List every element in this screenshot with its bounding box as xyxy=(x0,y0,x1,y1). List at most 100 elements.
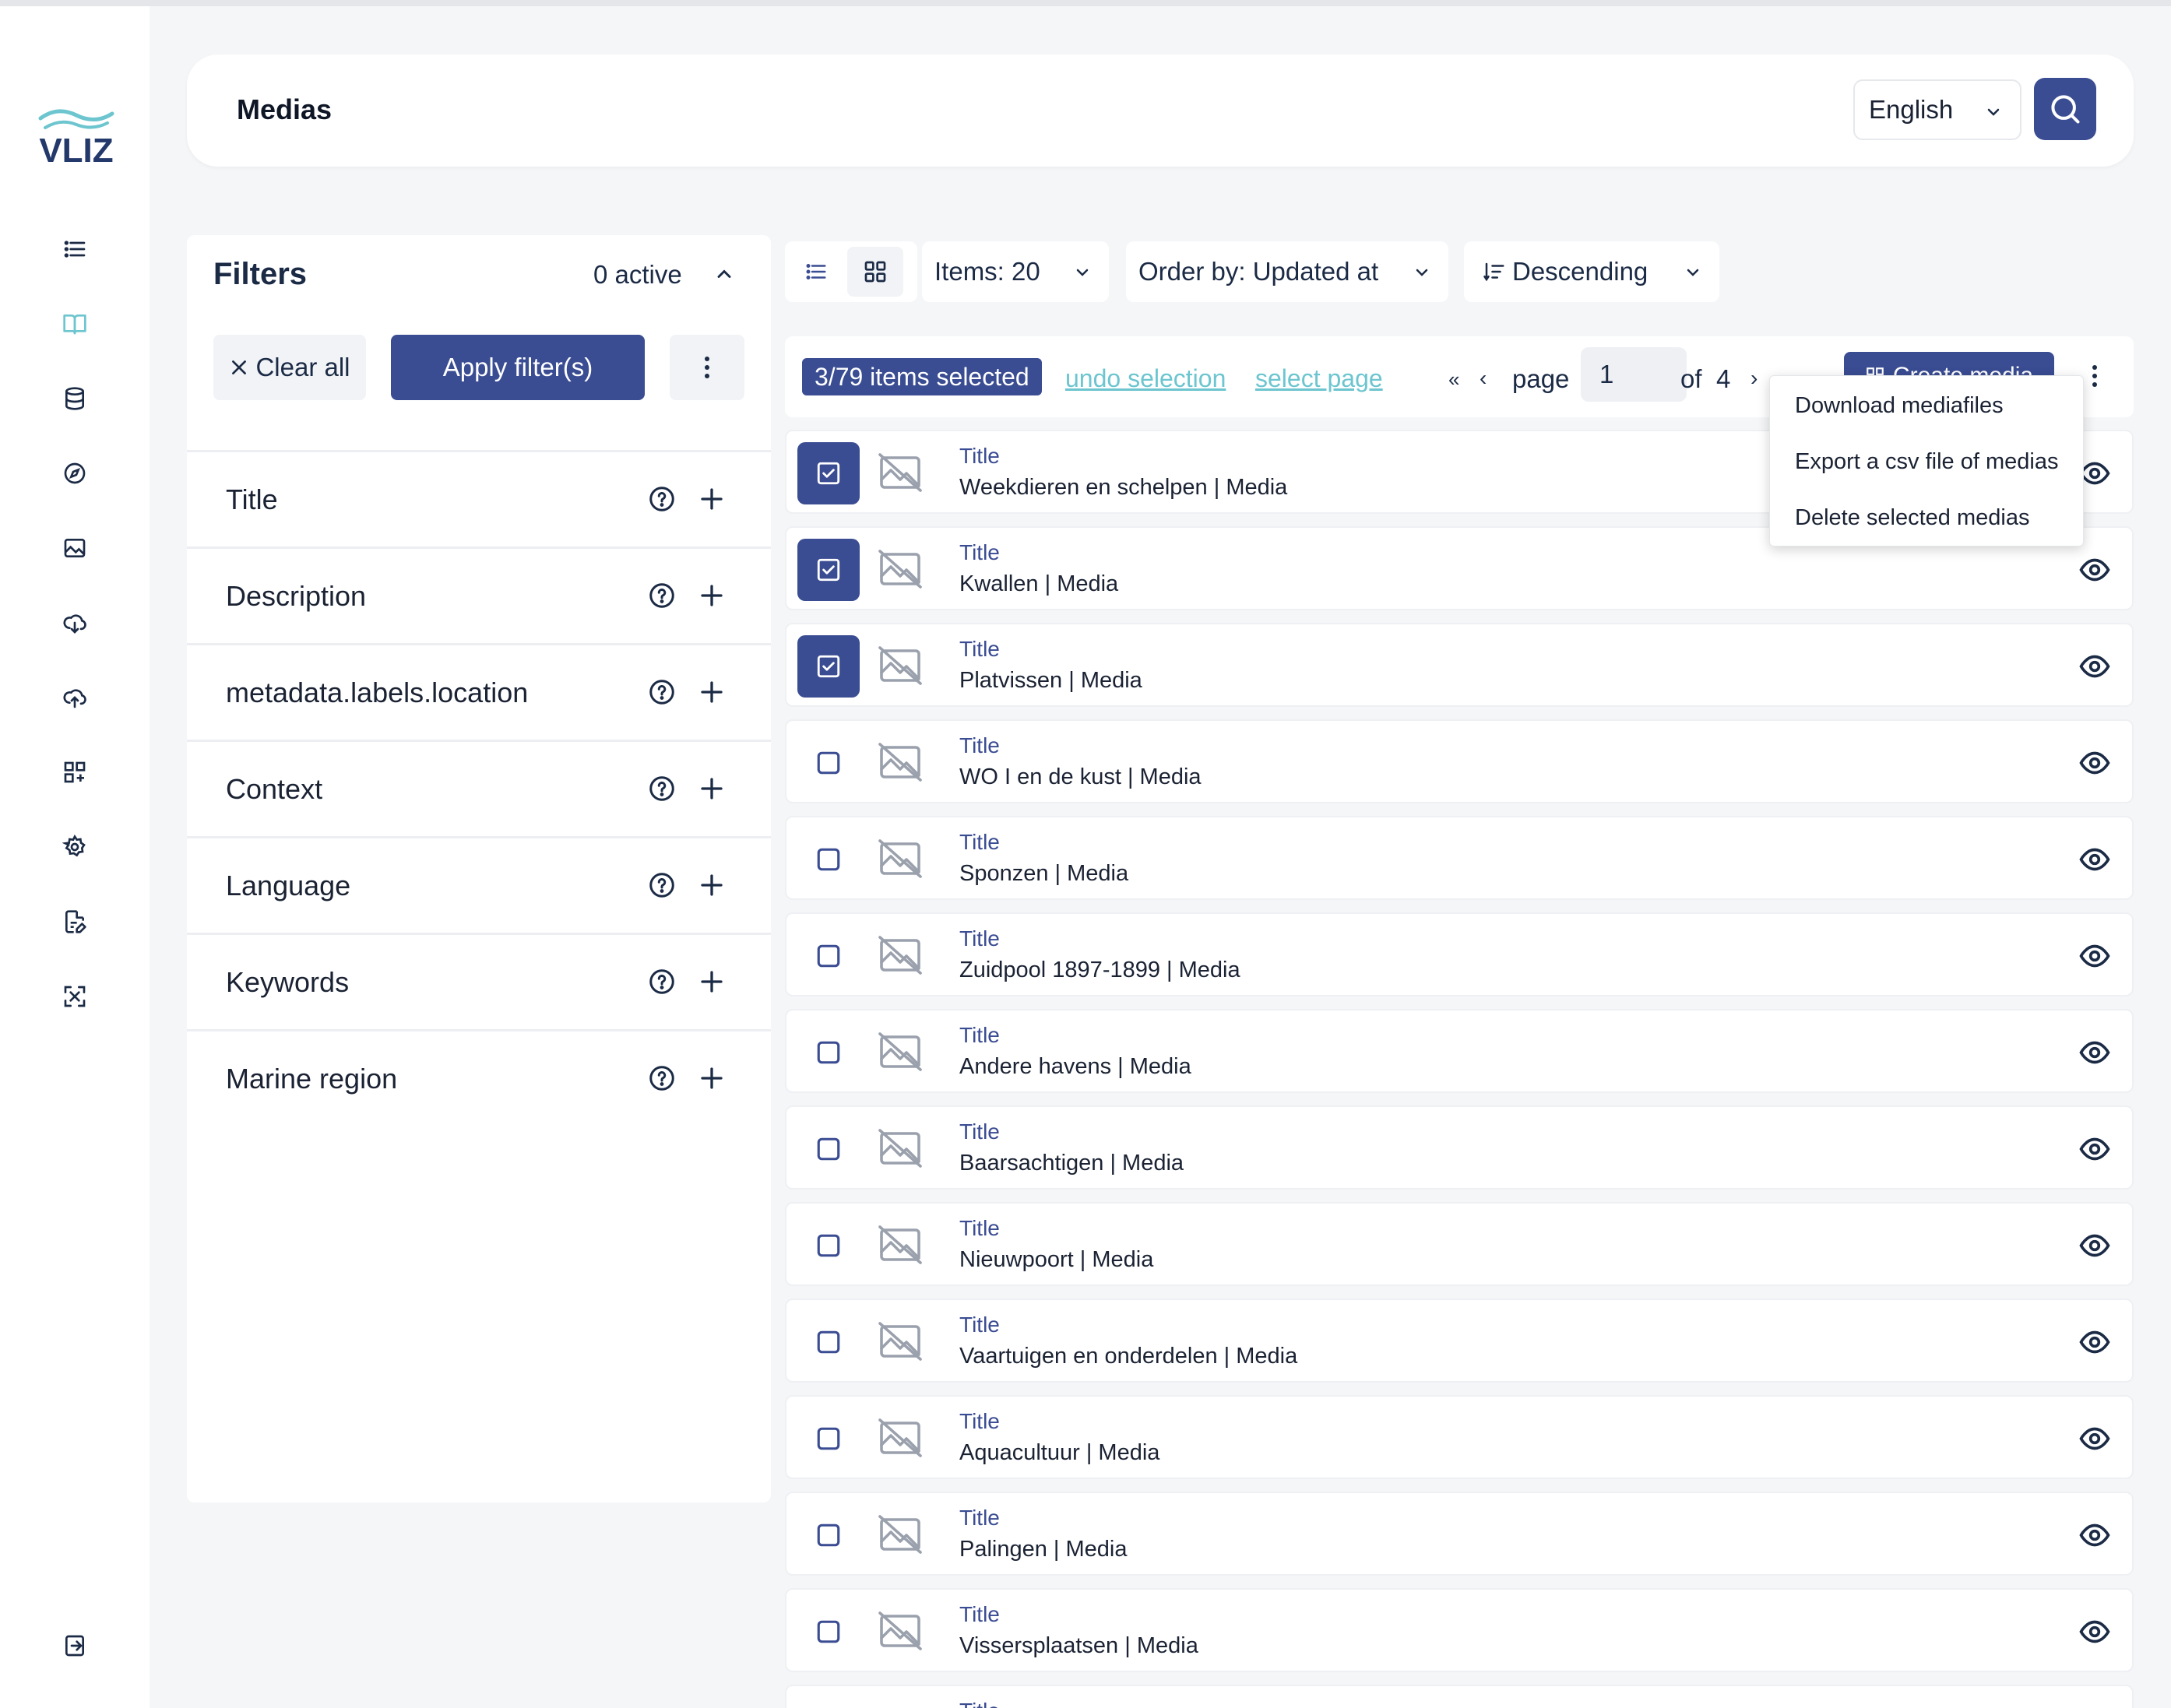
row-checkbox[interactable] xyxy=(797,442,860,504)
file-edit-icon[interactable] xyxy=(59,906,90,937)
row-checkbox[interactable] xyxy=(797,1118,860,1180)
table-row[interactable]: Title Zuidpool 1897-1899 | Media xyxy=(785,912,2134,996)
row-checkbox[interactable] xyxy=(797,1601,860,1663)
filters-more-button[interactable] xyxy=(670,335,744,400)
filter-row[interactable]: metadata.labels.location xyxy=(187,643,771,740)
filter-help-button[interactable] xyxy=(648,968,676,1000)
order-by-select[interactable]: Order by: Updated at xyxy=(1126,241,1448,302)
chevron-up-icon[interactable] xyxy=(713,263,735,285)
row-checkbox[interactable] xyxy=(797,732,860,794)
row-thumbnail xyxy=(878,1611,922,1654)
sort-direction-select[interactable]: Descending xyxy=(1464,241,1719,302)
filter-row[interactable]: Title xyxy=(187,450,771,546)
table-row[interactable]: Title Andere havens | Media xyxy=(785,1009,2134,1093)
filter-row[interactable]: Description xyxy=(187,546,771,643)
filter-add-button[interactable] xyxy=(698,968,726,1000)
row-checkbox[interactable] xyxy=(797,1214,860,1277)
list-icon[interactable] xyxy=(59,234,90,265)
filter-add-button[interactable] xyxy=(698,775,726,807)
table-row[interactable]: Title Palingen | Media xyxy=(785,1492,2134,1576)
row-checkbox[interactable] xyxy=(797,1311,860,1373)
chevron-down-icon xyxy=(1987,108,2000,116)
row-thumbnail xyxy=(878,1418,922,1461)
items-per-page-select[interactable]: Items: 20 xyxy=(922,241,1109,302)
table-row[interactable]: Title Sponzen | Media xyxy=(785,816,2134,900)
first-page-button[interactable]: « xyxy=(1448,367,1459,392)
filter-help-button[interactable] xyxy=(648,1064,676,1096)
view-button[interactable] xyxy=(2079,1423,2110,1458)
row-thumbnail xyxy=(878,550,922,592)
list-view-button[interactable] xyxy=(785,241,847,302)
view-button[interactable] xyxy=(2079,940,2110,975)
eye-icon xyxy=(2079,751,2110,775)
menu-item-download-mediafiles[interactable]: Download mediafiles xyxy=(1795,393,2004,419)
apply-filters-button[interactable]: Apply filter(s) xyxy=(391,335,645,400)
select-page-link[interactable]: select page xyxy=(1255,364,1383,393)
filter-row[interactable]: Keywords xyxy=(187,933,771,1029)
table-row[interactable]: Title Vaartuigen en onderdelen | Media xyxy=(785,1299,2134,1383)
previous-page-button[interactable]: ‹ xyxy=(1480,366,1487,391)
view-button[interactable] xyxy=(2079,844,2110,879)
scan-icon[interactable] xyxy=(59,981,90,1012)
book-icon[interactable] xyxy=(59,308,90,339)
language-select[interactable]: English xyxy=(1853,79,2021,140)
table-row[interactable]: Title Platvissen | Media xyxy=(785,623,2134,707)
cloud-download-icon[interactable] xyxy=(59,607,90,638)
filter-row[interactable]: Marine region xyxy=(187,1029,771,1126)
view-button[interactable] xyxy=(2079,1037,2110,1072)
row-title: Vaartuigen en onderdelen | Media xyxy=(959,1344,1298,1369)
filter-row[interactable]: Context xyxy=(187,740,771,836)
filter-help-button[interactable] xyxy=(648,775,676,807)
clear-all-button[interactable]: Clear all xyxy=(213,335,366,400)
view-button[interactable] xyxy=(2079,1230,2110,1265)
database-icon[interactable] xyxy=(59,383,90,414)
table-row[interactable]: Title Nieuwpoort | Media xyxy=(785,1202,2134,1286)
view-button[interactable] xyxy=(2079,1616,2110,1651)
view-button[interactable] xyxy=(2079,1520,2110,1555)
vliz-logo[interactable]: VLIZ xyxy=(30,101,123,167)
filter-help-button[interactable] xyxy=(648,485,676,517)
row-checkbox[interactable] xyxy=(797,635,860,698)
filter-help-button[interactable] xyxy=(648,582,676,613)
view-button[interactable] xyxy=(2079,1327,2110,1362)
filter-add-button[interactable] xyxy=(698,485,726,517)
row-checkbox[interactable] xyxy=(797,1021,860,1084)
eye-icon xyxy=(2079,1041,2110,1064)
undo-selection-link[interactable]: undo selection xyxy=(1065,364,1226,393)
row-checkbox[interactable] xyxy=(797,925,860,987)
view-button[interactable] xyxy=(2079,1133,2110,1169)
compass-icon[interactable] xyxy=(59,458,90,489)
view-button[interactable] xyxy=(2079,554,2110,589)
row-checkbox[interactable] xyxy=(797,828,860,891)
menu-item-delete-selected[interactable]: Delete selected medias xyxy=(1795,505,2029,531)
filter-add-button[interactable] xyxy=(698,678,726,710)
view-button[interactable] xyxy=(2079,651,2110,686)
filter-add-button[interactable] xyxy=(698,582,726,613)
filter-row[interactable]: Language xyxy=(187,836,771,933)
cloud-upload-icon[interactable] xyxy=(59,682,90,713)
help-icon xyxy=(649,969,674,994)
grid-view-button[interactable] xyxy=(847,247,903,297)
search-button[interactable] xyxy=(2034,78,2096,140)
grid-plus-icon[interactable] xyxy=(59,757,90,788)
filter-add-button[interactable] xyxy=(698,1064,726,1096)
next-page-button[interactable]: › xyxy=(1751,366,1758,391)
view-button[interactable] xyxy=(2079,747,2110,782)
page-number-input[interactable]: 1 xyxy=(1581,347,1687,402)
logout-icon[interactable] xyxy=(59,1630,90,1661)
view-button[interactable] xyxy=(2079,458,2110,493)
table-row[interactable]: Title WO I en de kust | Media xyxy=(785,719,2134,803)
menu-item-export-csv[interactable]: Export a csv file of medias xyxy=(1795,449,2058,475)
row-checkbox[interactable] xyxy=(797,1504,860,1566)
filter-add-button[interactable] xyxy=(698,871,726,903)
row-checkbox[interactable] xyxy=(797,1408,860,1470)
table-row[interactable]: Title Vissersplaatsen | Media xyxy=(785,1588,2134,1672)
row-checkbox[interactable] xyxy=(797,539,860,601)
table-row[interactable]: Title Baarsachtigen | Media xyxy=(785,1105,2134,1190)
table-row[interactable]: Title Aquacultuur | Media xyxy=(785,1395,2134,1479)
filter-help-button[interactable] xyxy=(648,871,676,903)
image-icon[interactable] xyxy=(59,532,90,564)
filter-help-button[interactable] xyxy=(648,678,676,710)
settings-icon[interactable] xyxy=(59,831,90,863)
row-title: Platvissen | Media xyxy=(959,668,1142,693)
